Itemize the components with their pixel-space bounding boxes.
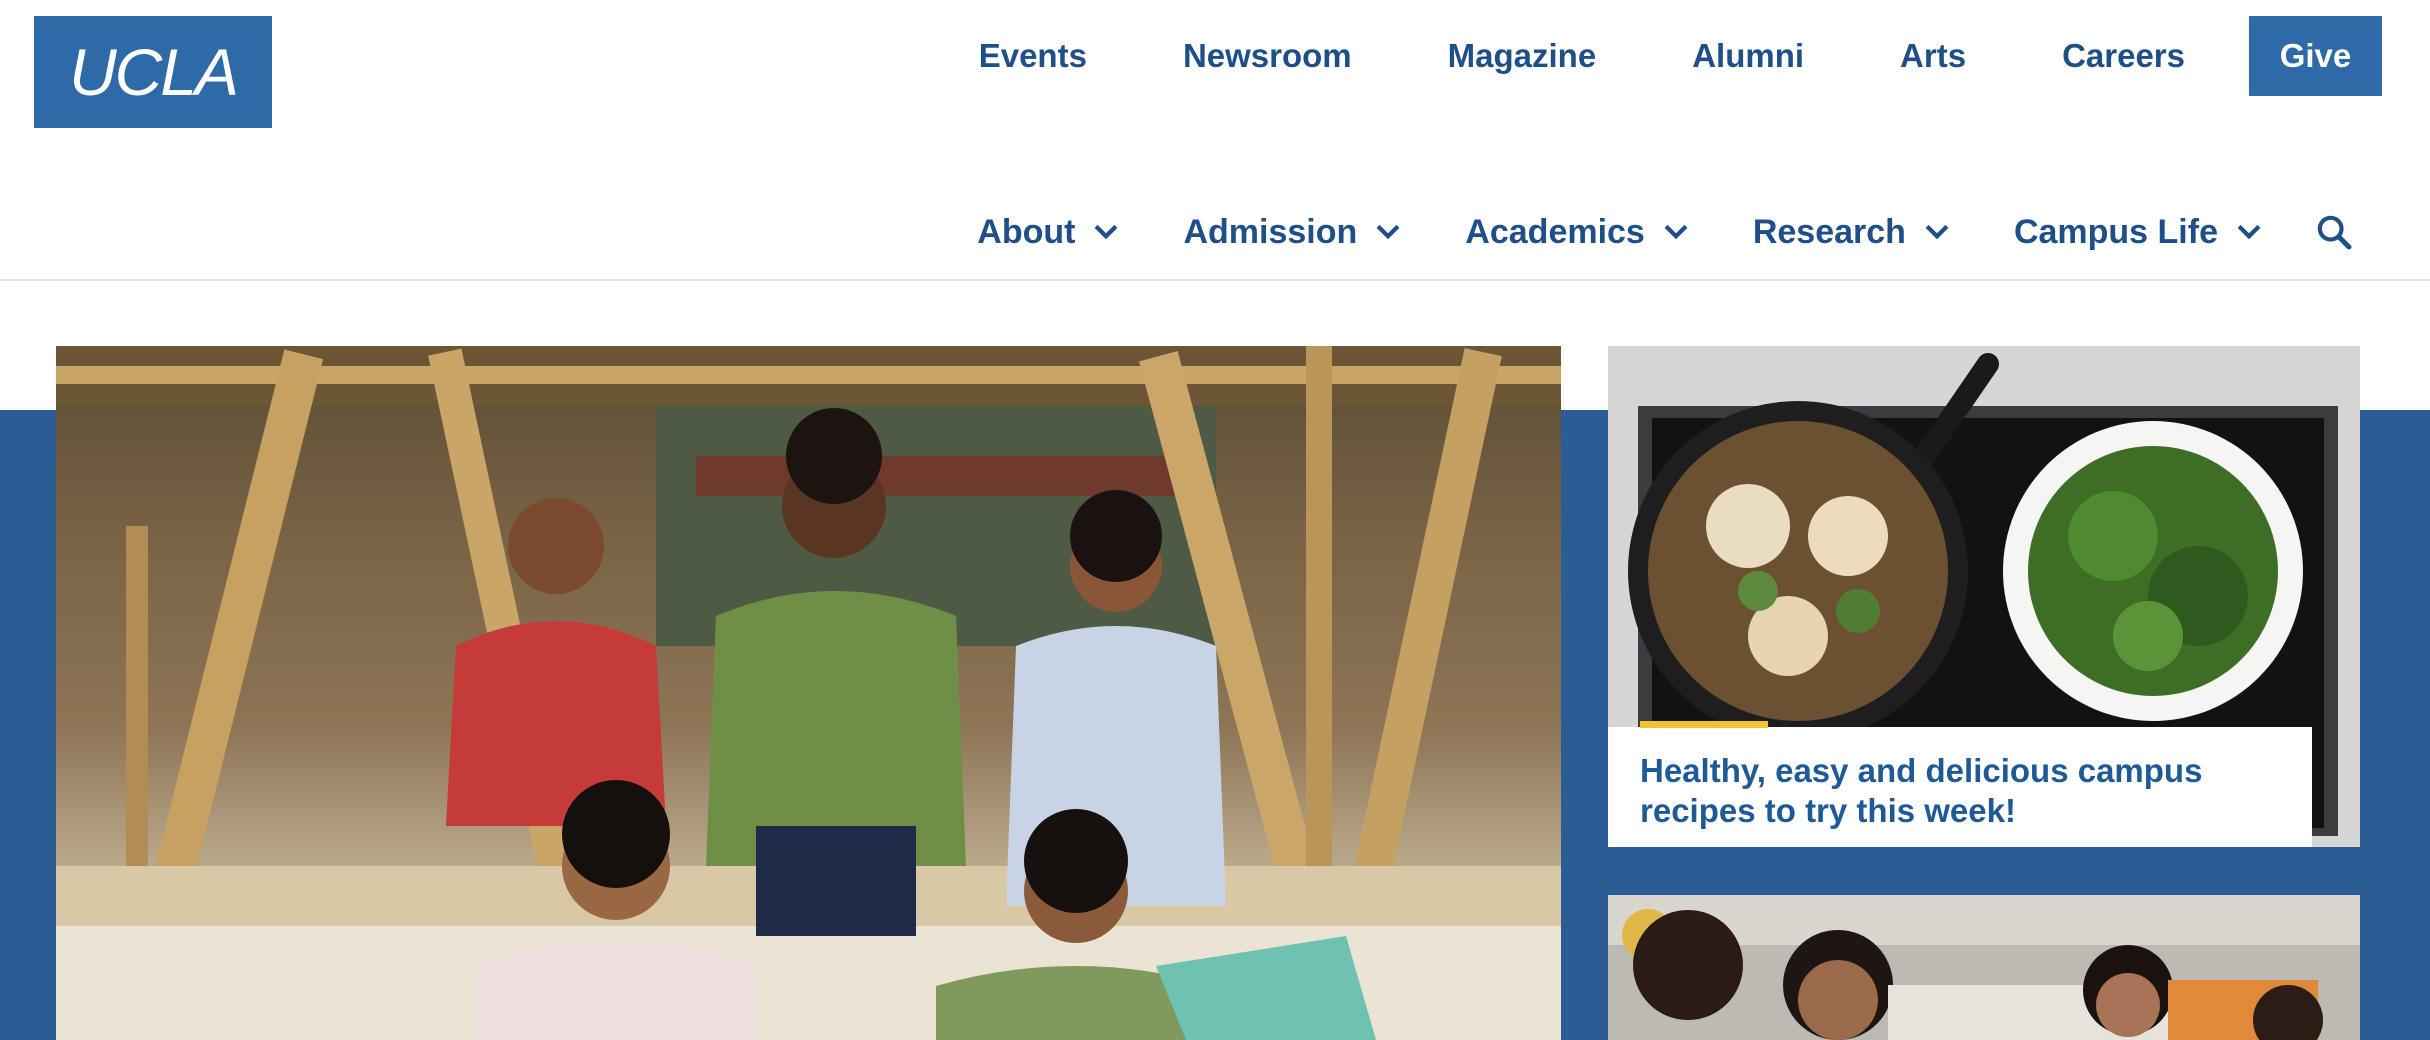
- nav-link-arts[interactable]: Arts: [1900, 37, 1966, 75]
- featured-card-recipes[interactable]: Healthy, easy and delicious campus recip…: [1608, 346, 2360, 847]
- menu-admission[interactable]: Admission: [1183, 213, 1405, 252]
- hero-photo[interactable]: [56, 346, 1561, 1040]
- site-header: UCLA Events Newsroom Magazine Alumni Art…: [0, 0, 2430, 281]
- menu-about-label: About: [977, 212, 1076, 251]
- give-button[interactable]: Give: [2249, 16, 2382, 96]
- chevron-down-icon: [2237, 224, 2261, 240]
- main-nav: About Admission Academics Research Campu…: [977, 196, 2354, 268]
- recipes-title[interactable]: Healthy, easy and delicious campus recip…: [1640, 751, 2280, 831]
- chevron-down-icon: [1664, 224, 1688, 240]
- menu-about[interactable]: About: [977, 213, 1123, 252]
- menu-research-label: Research: [1752, 212, 1906, 251]
- caption-accent-bar: [1640, 721, 1768, 728]
- menu-academics[interactable]: Academics: [1465, 213, 1693, 252]
- chevron-down-icon: [1095, 224, 1118, 240]
- menu-campus-life[interactable]: Campus Life: [2014, 213, 2266, 252]
- menu-research[interactable]: Research: [1753, 213, 1954, 252]
- featured-card-students[interactable]: [1608, 895, 2360, 1040]
- recipes-caption: Healthy, easy and delicious campus recip…: [1608, 721, 2312, 847]
- menu-admission-label: Admission: [1183, 212, 1358, 251]
- hero-photo-illustration: [56, 346, 1561, 1040]
- search-icon[interactable]: [2314, 212, 2354, 252]
- chevron-down-icon: [1376, 224, 1400, 240]
- students-photo: [1608, 895, 2360, 1040]
- nav-link-events[interactable]: Events: [979, 37, 1087, 75]
- nav-link-careers[interactable]: Careers: [2062, 37, 2185, 75]
- ucla-logo[interactable]: UCLA: [34, 16, 272, 128]
- nav-link-newsroom[interactable]: Newsroom: [1183, 37, 1352, 75]
- logo-text: UCLA: [68, 35, 239, 109]
- nav-link-magazine[interactable]: Magazine: [1448, 37, 1597, 75]
- nav-link-alumni[interactable]: Alumni: [1692, 37, 1804, 75]
- utility-nav: Events Newsroom Magazine Alumni Arts Car…: [883, 16, 2382, 96]
- chevron-down-icon: [1925, 224, 1949, 240]
- menu-academics-label: Academics: [1465, 212, 1645, 251]
- menu-campus-life-label: Campus Life: [2013, 212, 2218, 251]
